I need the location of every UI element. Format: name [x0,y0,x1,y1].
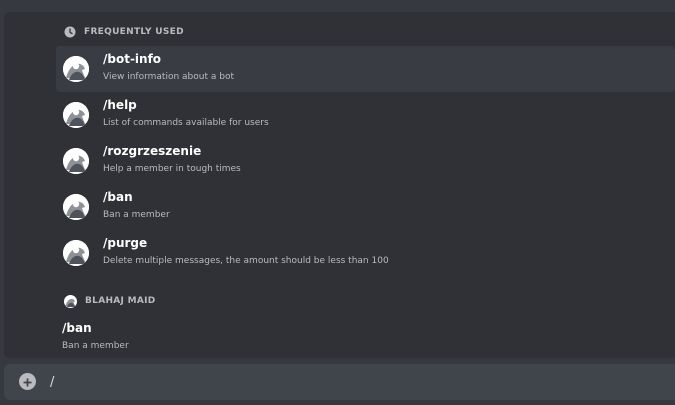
command-description: Delete multiple messages, the amount sho… [103,256,389,266]
command-row[interactable]: /ban Ban a member [56,184,675,230]
command-description: Help a member in tough times [103,164,241,174]
plus-icon [23,372,32,391]
command-name: /help [103,98,137,112]
section-title: FREQUENTLY USED [84,27,184,37]
bot-avatar-icon [63,240,89,266]
bot-avatar-icon [63,194,89,220]
section-title: BLAHAJ MAID [85,296,156,306]
command-name: /ban [62,321,92,335]
section-header-frequently-used: FREQUENTLY USED [64,25,184,39]
clock-icon [64,26,76,38]
bot-avatar-icon [63,102,89,128]
command-name: /ban [103,190,133,204]
command-name: /rozgrzeszenie [103,144,202,158]
command-row-bot-ban[interactable]: /ban Ban a member [56,313,675,359]
command-description: View information about a bot [103,72,234,82]
bot-avatar-icon [64,294,77,308]
command-name: /purge [103,236,148,250]
add-attachment-button[interactable] [19,373,36,390]
command-row[interactable]: /bot-info View information about a bot [56,46,675,92]
message-composer [4,364,675,400]
command-row[interactable]: /purge Delete multiple messages, the amou… [56,230,675,276]
command-description: List of commands available for users [103,118,269,128]
section-header-bot: BLAHAJ MAID [64,294,156,308]
command-description: Ban a member [103,210,170,220]
command-description: Ban a member [62,341,129,351]
command-row[interactable]: /help List of commands available for user… [56,92,675,138]
message-input[interactable] [50,372,650,392]
command-row[interactable]: /rozgrzeszenie Help a member in tough tim… [56,138,675,184]
bot-avatar-icon [63,56,89,82]
bot-avatar-icon [63,148,89,174]
command-name: /bot-info [103,52,162,66]
